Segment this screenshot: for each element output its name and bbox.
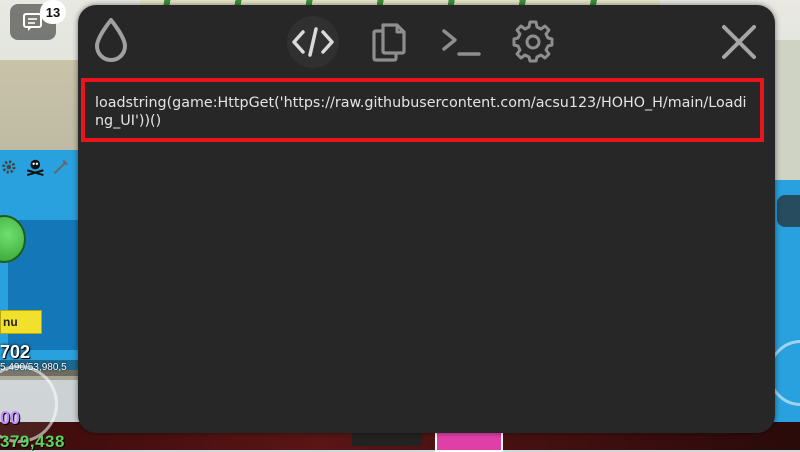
settings-button[interactable] <box>508 17 558 67</box>
script-editor[interactable]: loadstring(game:HttpGet('https://raw.git… <box>78 75 775 433</box>
executor-toolbar <box>78 5 775 75</box>
money-value: 379,438 <box>0 432 65 451</box>
hud-icon-row <box>0 152 70 182</box>
script-text[interactable]: loadstring(game:HttpGet('https://raw.git… <box>95 94 755 130</box>
player-level: 702 <box>0 342 31 362</box>
code-icon <box>292 27 334 57</box>
gear-hud-icon[interactable] <box>0 156 18 178</box>
terminal-icon <box>442 29 481 56</box>
hotbar-slot-selected[interactable] <box>435 430 503 452</box>
executor-panel: loadstring(game:HttpGet('https://raw.git… <box>78 5 775 433</box>
console-button[interactable] <box>436 18 486 66</box>
copy-button[interactable] <box>365 18 413 66</box>
right-hud-button[interactable] <box>777 195 800 227</box>
logo-button[interactable] <box>88 15 134 65</box>
copy-icon <box>372 23 406 62</box>
sword-icon[interactable] <box>52 156 70 178</box>
gear-icon <box>512 20 554 63</box>
chat-badge: 13 <box>40 0 66 24</box>
fragments-value: 00 <box>0 408 21 428</box>
player-name-tag: nu <box>0 310 42 334</box>
hotbar-slot[interactable] <box>352 432 422 446</box>
close-icon <box>722 25 756 59</box>
editor-tab-button[interactable] <box>287 16 339 68</box>
pirate-flag-icon[interactable] <box>24 155 47 179</box>
droplet-icon <box>95 18 127 62</box>
close-button[interactable] <box>713 17 765 67</box>
